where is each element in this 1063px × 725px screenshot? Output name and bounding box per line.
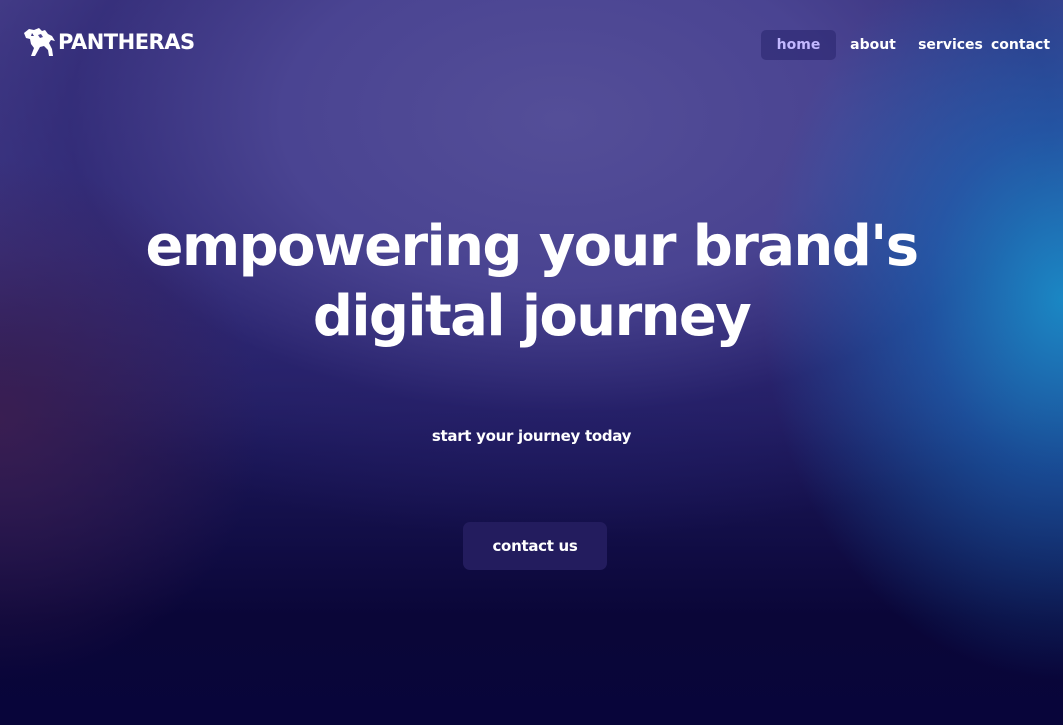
hero-title: empowering your brand's digital journey: [0, 212, 1063, 352]
hero-title-line-2: digital journey: [312, 284, 752, 349]
brand-logo[interactable]: PANTHERAS: [22, 27, 195, 57]
hero-subtitle: start your journey today: [431, 427, 632, 445]
nav-item-contact[interactable]: contact: [991, 30, 1050, 60]
contact-us-button[interactable]: contact us: [463, 522, 607, 570]
brand-name: PANTHERAS: [58, 30, 195, 54]
nav-item-services[interactable]: services: [913, 30, 988, 60]
nav-item-home[interactable]: home: [761, 30, 836, 60]
hero-title-line-1: empowering your brand's: [145, 214, 920, 279]
panther-logo-icon: [24, 28, 55, 56]
navbar: PANTHERAS home about services contact: [0, 0, 1063, 90]
nav-item-about[interactable]: about: [838, 30, 908, 60]
hero-background: [0, 0, 1063, 725]
main-nav: home about services contact: [761, 30, 1050, 60]
